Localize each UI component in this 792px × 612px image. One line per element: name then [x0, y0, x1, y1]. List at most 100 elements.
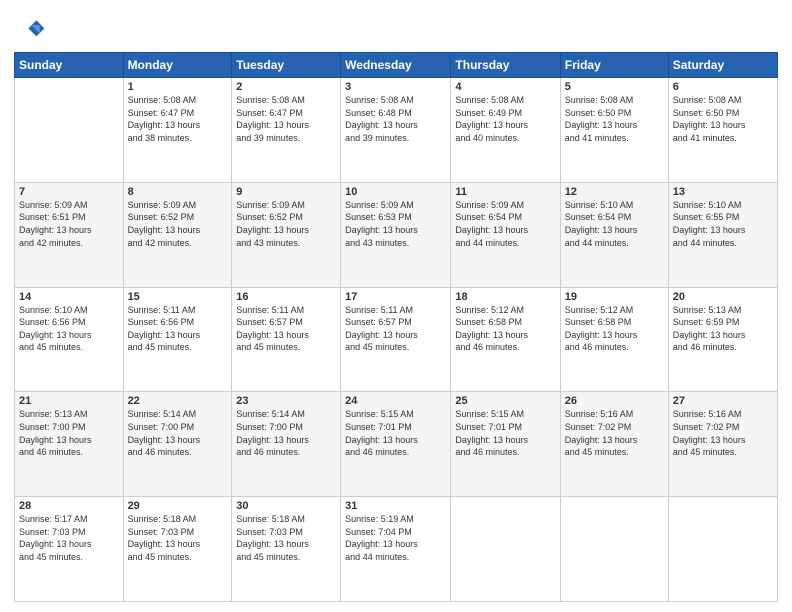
day-info: Sunrise: 5:08 AM Sunset: 6:49 PM Dayligh…: [455, 94, 555, 144]
day-info: Sunrise: 5:13 AM Sunset: 7:00 PM Dayligh…: [19, 408, 119, 458]
day-info: Sunrise: 5:09 AM Sunset: 6:52 PM Dayligh…: [128, 199, 228, 249]
weekday-header-thursday: Thursday: [451, 53, 560, 78]
calendar-cell: 13Sunrise: 5:10 AM Sunset: 6:55 PM Dayli…: [668, 182, 777, 287]
calendar-cell: 7Sunrise: 5:09 AM Sunset: 6:51 PM Daylig…: [15, 182, 124, 287]
calendar-cell: 15Sunrise: 5:11 AM Sunset: 6:56 PM Dayli…: [123, 287, 232, 392]
day-info: Sunrise: 5:10 AM Sunset: 6:56 PM Dayligh…: [19, 304, 119, 354]
day-number: 3: [345, 81, 446, 93]
weekday-header-sunday: Sunday: [15, 53, 124, 78]
day-info: Sunrise: 5:11 AM Sunset: 6:56 PM Dayligh…: [128, 304, 228, 354]
day-number: 31: [345, 500, 446, 512]
calendar-cell: 29Sunrise: 5:18 AM Sunset: 7:03 PM Dayli…: [123, 497, 232, 602]
calendar-cell: 27Sunrise: 5:16 AM Sunset: 7:02 PM Dayli…: [668, 392, 777, 497]
day-number: 12: [565, 186, 664, 198]
day-number: 30: [236, 500, 336, 512]
calendar-cell: 28Sunrise: 5:17 AM Sunset: 7:03 PM Dayli…: [15, 497, 124, 602]
day-number: 26: [565, 395, 664, 407]
day-number: 29: [128, 500, 228, 512]
week-row-1: 1 Sunrise: 5:08 AM Sunset: 6:47 PM Daylig…: [15, 78, 778, 183]
weekday-row: SundayMondayTuesdayWednesdayThursdayFrid…: [15, 53, 778, 78]
day-number: 28: [19, 500, 119, 512]
day-info: Sunrise: 5:11 AM Sunset: 6:57 PM Dayligh…: [236, 304, 336, 354]
day-info: Sunrise: 5:13 AM Sunset: 6:59 PM Dayligh…: [673, 304, 773, 354]
day-info: Sunrise: 5:11 AM Sunset: 6:57 PM Dayligh…: [345, 304, 446, 354]
day-number: 9: [236, 186, 336, 198]
week-row-3: 14Sunrise: 5:10 AM Sunset: 6:56 PM Dayli…: [15, 287, 778, 392]
day-number: 17: [345, 291, 446, 303]
day-info: Sunrise: 5:09 AM Sunset: 6:53 PM Dayligh…: [345, 199, 446, 249]
calendar-cell: 22Sunrise: 5:14 AM Sunset: 7:00 PM Dayli…: [123, 392, 232, 497]
calendar-cell: [15, 78, 124, 183]
header: [14, 10, 778, 46]
day-number: 8: [128, 186, 228, 198]
calendar-cell: 1Sunrise: 5:08 AM Sunset: 6:47 PM Daylig…: [123, 78, 232, 183]
weekday-header-wednesday: Wednesday: [341, 53, 451, 78]
weekday-header-tuesday: Tuesday: [232, 53, 341, 78]
day-number: 6: [673, 81, 773, 93]
day-number: 7: [19, 186, 119, 198]
calendar-cell: 25Sunrise: 5:15 AM Sunset: 7:01 PM Dayli…: [451, 392, 560, 497]
day-number: 14: [19, 291, 119, 303]
day-number: 23: [236, 395, 336, 407]
day-number: 1: [128, 81, 228, 93]
day-info: Sunrise: 5:09 AM Sunset: 6:52 PM Dayligh…: [236, 199, 336, 249]
day-info: Sunrise: 5:08 AM Sunset: 6:50 PM Dayligh…: [673, 94, 773, 144]
calendar-cell: 5Sunrise: 5:08 AM Sunset: 6:50 PM Daylig…: [560, 78, 668, 183]
weekday-header-monday: Monday: [123, 53, 232, 78]
calendar-cell: [668, 497, 777, 602]
day-number: 25: [455, 395, 555, 407]
calendar-table: SundayMondayTuesdayWednesdayThursdayFrid…: [14, 52, 778, 602]
calendar-cell: 23Sunrise: 5:14 AM Sunset: 7:00 PM Dayli…: [232, 392, 341, 497]
logo-icon: [14, 14, 46, 46]
day-info: Sunrise: 5:09 AM Sunset: 6:54 PM Dayligh…: [455, 199, 555, 249]
day-info: Sunrise: 5:08 AM Sunset: 6:47 PM Dayligh…: [236, 94, 336, 144]
day-info: Sunrise: 5:17 AM Sunset: 7:03 PM Dayligh…: [19, 513, 119, 563]
day-info: Sunrise: 5:18 AM Sunset: 7:03 PM Dayligh…: [128, 513, 228, 563]
calendar-cell: 31Sunrise: 5:19 AM Sunset: 7:04 PM Dayli…: [341, 497, 451, 602]
day-info: Sunrise: 5:19 AM Sunset: 7:04 PM Dayligh…: [345, 513, 446, 563]
calendar-cell: 11Sunrise: 5:09 AM Sunset: 6:54 PM Dayli…: [451, 182, 560, 287]
calendar-cell: 2Sunrise: 5:08 AM Sunset: 6:47 PM Daylig…: [232, 78, 341, 183]
weekday-header-friday: Friday: [560, 53, 668, 78]
day-info: Sunrise: 5:12 AM Sunset: 6:58 PM Dayligh…: [455, 304, 555, 354]
page: SundayMondayTuesdayWednesdayThursdayFrid…: [0, 0, 792, 612]
day-number: 18: [455, 291, 555, 303]
day-number: 16: [236, 291, 336, 303]
calendar-cell: 30Sunrise: 5:18 AM Sunset: 7:03 PM Dayli…: [232, 497, 341, 602]
day-info: Sunrise: 5:16 AM Sunset: 7:02 PM Dayligh…: [565, 408, 664, 458]
calendar-cell: 17Sunrise: 5:11 AM Sunset: 6:57 PM Dayli…: [341, 287, 451, 392]
calendar-cell: 10Sunrise: 5:09 AM Sunset: 6:53 PM Dayli…: [341, 182, 451, 287]
day-info: Sunrise: 5:10 AM Sunset: 6:54 PM Dayligh…: [565, 199, 664, 249]
day-info: Sunrise: 5:16 AM Sunset: 7:02 PM Dayligh…: [673, 408, 773, 458]
calendar-cell: [451, 497, 560, 602]
day-info: Sunrise: 5:08 AM Sunset: 6:48 PM Dayligh…: [345, 94, 446, 144]
calendar-cell: 12Sunrise: 5:10 AM Sunset: 6:54 PM Dayli…: [560, 182, 668, 287]
day-number: 2: [236, 81, 336, 93]
day-number: 20: [673, 291, 773, 303]
day-info: Sunrise: 5:12 AM Sunset: 6:58 PM Dayligh…: [565, 304, 664, 354]
day-info: Sunrise: 5:15 AM Sunset: 7:01 PM Dayligh…: [455, 408, 555, 458]
week-row-4: 21Sunrise: 5:13 AM Sunset: 7:00 PM Dayli…: [15, 392, 778, 497]
day-number: 10: [345, 186, 446, 198]
day-number: 27: [673, 395, 773, 407]
day-number: 13: [673, 186, 773, 198]
day-info: Sunrise: 5:18 AM Sunset: 7:03 PM Dayligh…: [236, 513, 336, 563]
calendar-cell: 21Sunrise: 5:13 AM Sunset: 7:00 PM Dayli…: [15, 392, 124, 497]
calendar-header: SundayMondayTuesdayWednesdayThursdayFrid…: [15, 53, 778, 78]
day-number: 22: [128, 395, 228, 407]
calendar-cell: 6Sunrise: 5:08 AM Sunset: 6:50 PM Daylig…: [668, 78, 777, 183]
calendar-cell: 8Sunrise: 5:09 AM Sunset: 6:52 PM Daylig…: [123, 182, 232, 287]
calendar-cell: 18Sunrise: 5:12 AM Sunset: 6:58 PM Dayli…: [451, 287, 560, 392]
weekday-header-saturday: Saturday: [668, 53, 777, 78]
calendar-cell: 14Sunrise: 5:10 AM Sunset: 6:56 PM Dayli…: [15, 287, 124, 392]
day-number: 24: [345, 395, 446, 407]
day-number: 15: [128, 291, 228, 303]
day-info: Sunrise: 5:14 AM Sunset: 7:00 PM Dayligh…: [128, 408, 228, 458]
calendar-cell: [560, 497, 668, 602]
day-info: Sunrise: 5:14 AM Sunset: 7:00 PM Dayligh…: [236, 408, 336, 458]
day-info: Sunrise: 5:08 AM Sunset: 6:50 PM Dayligh…: [565, 94, 664, 144]
day-info: Sunrise: 5:10 AM Sunset: 6:55 PM Dayligh…: [673, 199, 773, 249]
calendar-body: 1 Sunrise: 5:08 AM Sunset: 6:47 PM Daylig…: [15, 78, 778, 602]
calendar-cell: 24Sunrise: 5:15 AM Sunset: 7:01 PM Dayli…: [341, 392, 451, 497]
week-row-2: 7Sunrise: 5:09 AM Sunset: 6:51 PM Daylig…: [15, 182, 778, 287]
